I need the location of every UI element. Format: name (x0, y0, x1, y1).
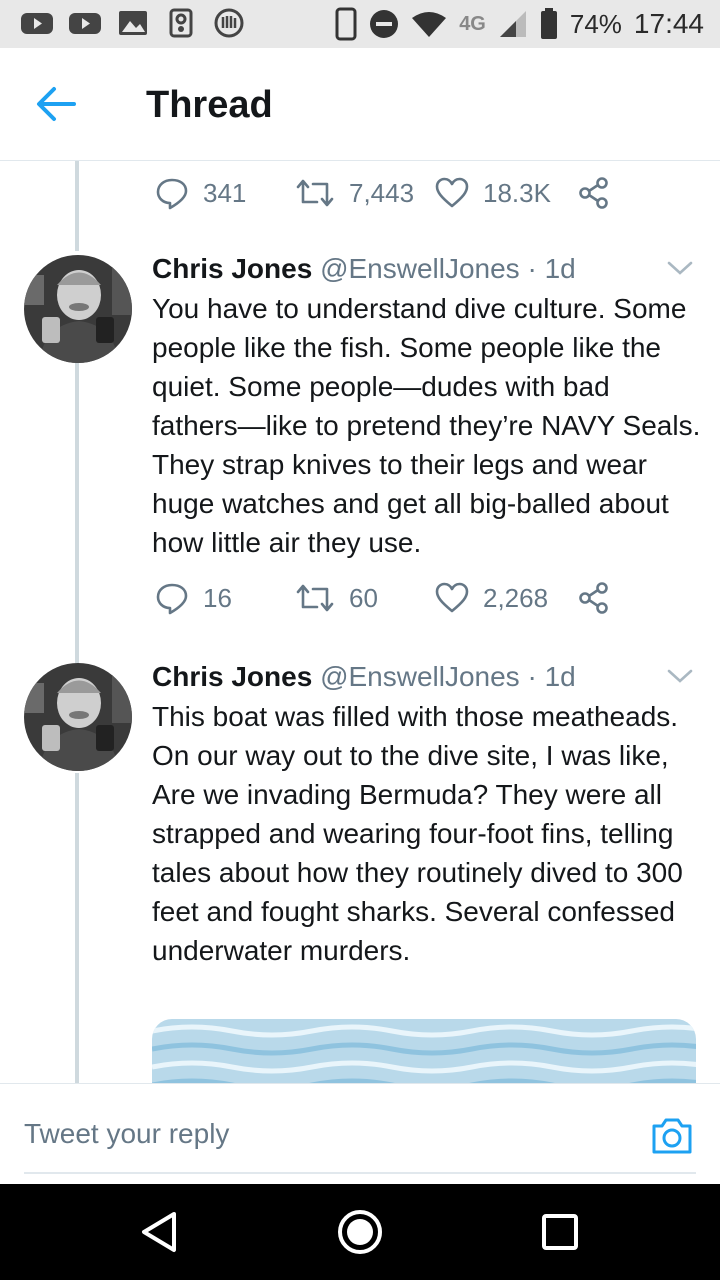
avatar[interactable] (24, 255, 132, 363)
heart-icon (435, 582, 469, 613)
arrow-left-icon[interactable] (34, 84, 78, 124)
tweet-header: Chris Jones @EnswellJones · 1d (152, 253, 576, 285)
share-button[interactable] (577, 581, 611, 615)
youtube-icon (21, 13, 53, 34)
avatar-photo (24, 255, 132, 363)
tweet[interactable]: Chris Jones @EnswellJones · 1d You have … (0, 253, 720, 653)
tweet-time: 1d (544, 661, 576, 692)
tweet-text: You have to understand dive culture. Som… (152, 293, 701, 558)
thread-line (75, 161, 79, 251)
like-count: 18.3K (483, 177, 551, 208)
thread-feed[interactable]: 341 7,443 18.3K Chris Jones @EnswellJone… (0, 161, 720, 1083)
tweet-time: 1d (544, 253, 576, 284)
like-button[interactable]: 18.3K (435, 177, 577, 209)
reply-button[interactable]: 16 (155, 581, 295, 615)
tweet-media-image[interactable] (152, 1019, 696, 1083)
battery-percent: 74% (569, 8, 622, 39)
avatar-photo (24, 663, 132, 771)
tweet-author-handle[interactable]: @EnswellJones (320, 661, 520, 692)
dnd-icon (370, 10, 399, 38)
divider (24, 1172, 696, 1174)
tweet-actions: 16 60 2,268 (155, 576, 611, 620)
reply-composer: Tweet your reply (0, 1083, 720, 1185)
page-title: Thread (146, 84, 273, 126)
camera-icon[interactable] (650, 1114, 694, 1158)
wifi-icon (412, 12, 447, 37)
clock: 17:44 (633, 8, 704, 39)
share-icon (579, 582, 608, 614)
lock-icon (169, 8, 193, 38)
back-triangle-icon[interactable] (136, 1208, 184, 1256)
water-photo (152, 1019, 696, 1083)
tweet-author-name[interactable]: Chris Jones (152, 253, 312, 284)
share-icon (579, 177, 608, 209)
system-nav-bar (0, 1184, 720, 1280)
tweet-separator: · (519, 661, 545, 692)
retweet-button[interactable]: 7,443 (295, 176, 435, 210)
retweet-count: 7,443 (349, 177, 415, 208)
tweet-author-name[interactable]: Chris Jones (152, 661, 312, 692)
chevron-down-icon[interactable] (666, 667, 694, 685)
tweet-separator: · (519, 253, 545, 284)
phone-icon (335, 7, 357, 41)
app-header: Thread (0, 48, 720, 161)
home-circle-icon[interactable] (336, 1208, 384, 1256)
tweet-author-handle[interactable]: @EnswellJones (320, 253, 520, 284)
youtube-icon (69, 13, 101, 34)
reply-icon (156, 583, 188, 615)
reply-icon (156, 178, 188, 210)
share-button[interactable] (577, 176, 611, 210)
status-bar: 4G 74% 17:44 (0, 0, 720, 48)
like-count: 2,268 (483, 582, 549, 613)
battery-icon (540, 8, 557, 39)
retweet-icon (296, 179, 334, 207)
tweet-actions: 341 7,443 18.3K (155, 171, 611, 215)
avatar[interactable] (24, 663, 132, 771)
network-type: 4G (459, 13, 486, 35)
tweet-header: Chris Jones @EnswellJones · 1d (152, 661, 576, 693)
thread-line (75, 363, 79, 663)
heart-icon (435, 177, 469, 208)
retweet-icon (296, 584, 334, 612)
like-button[interactable]: 2,268 (435, 582, 577, 614)
recents-square-icon[interactable] (536, 1208, 584, 1256)
reply-count: 341 (203, 177, 247, 208)
reply-button[interactable]: 341 (155, 176, 295, 210)
gallery-icon (119, 11, 147, 35)
reply-input[interactable]: Tweet your reply (24, 1118, 229, 1150)
reply-count: 16 (203, 582, 232, 613)
hand-icon (214, 8, 244, 38)
chevron-down-icon[interactable] (666, 259, 694, 277)
retweet-button[interactable]: 60 (295, 581, 435, 615)
retweet-count: 60 (349, 582, 378, 613)
tweet-text: This boat was filled with those meathead… (152, 701, 683, 966)
signal-icon (499, 11, 526, 37)
